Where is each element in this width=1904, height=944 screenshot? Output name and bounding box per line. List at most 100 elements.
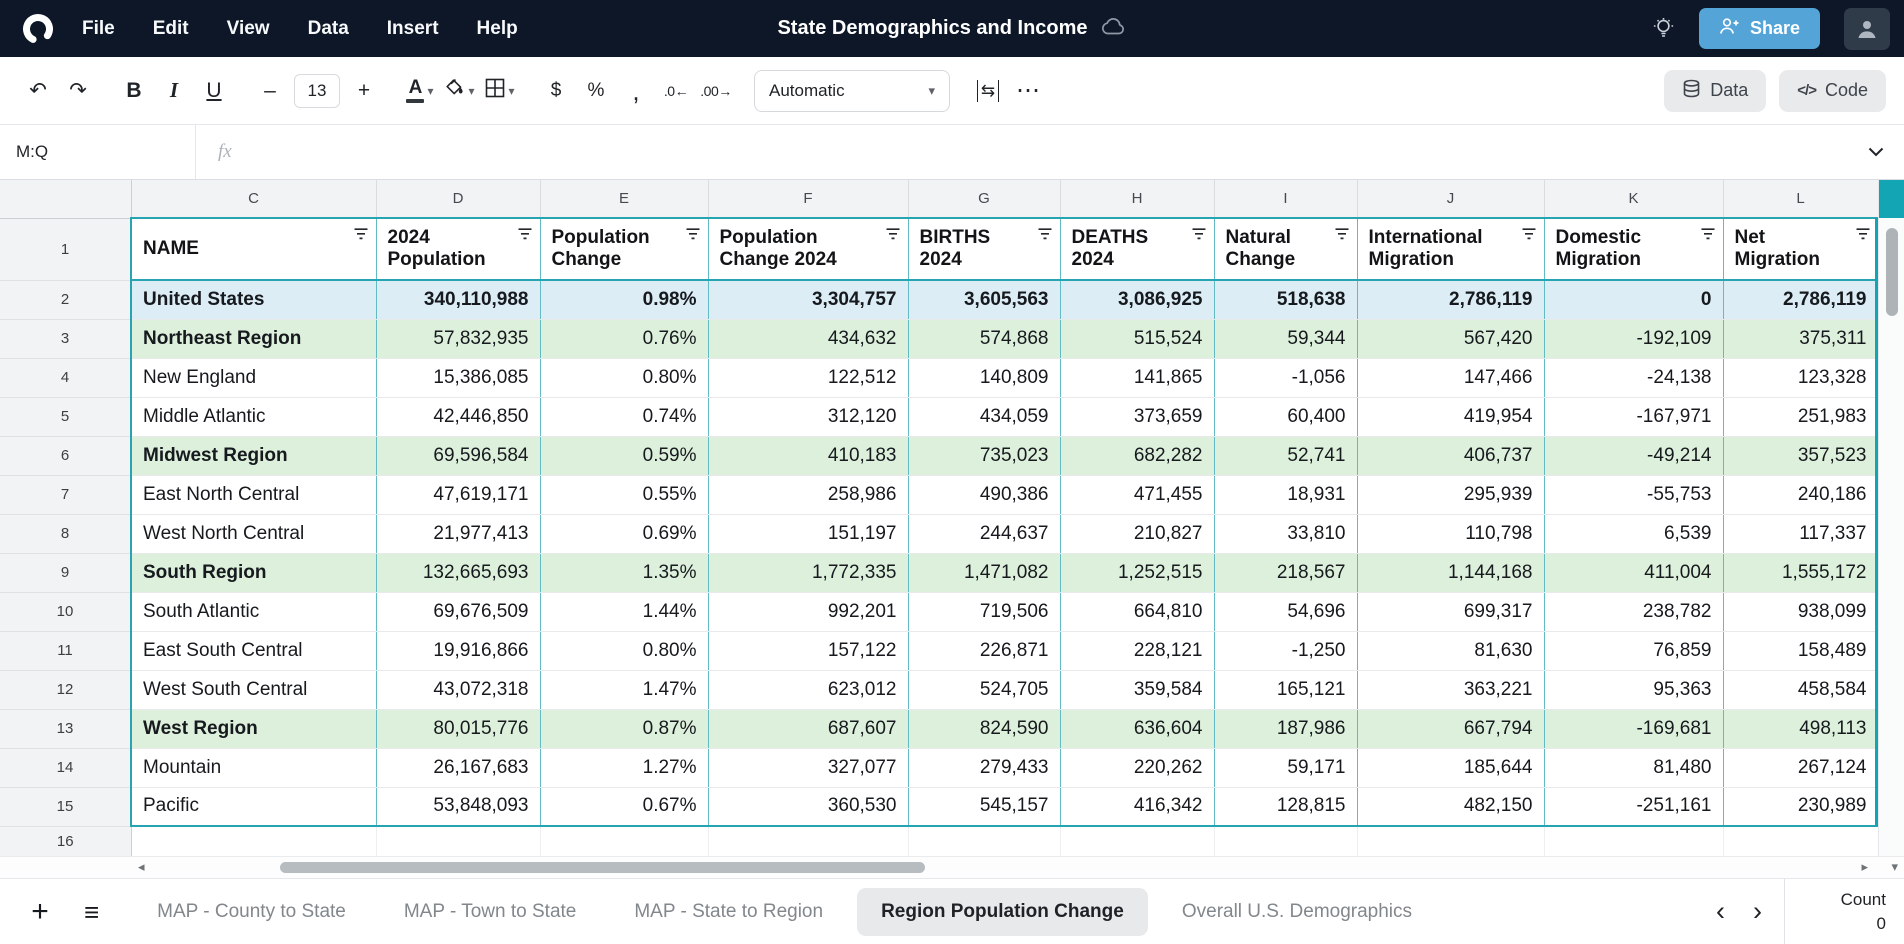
cell-value[interactable]: 95,363 [1544,670,1723,709]
increase-font-size-button[interactable]: + [344,71,384,111]
filter-icon[interactable] [518,228,532,240]
cell-name[interactable]: East North Central [131,475,376,514]
cell-value[interactable]: 57,832,935 [376,319,540,358]
cell-value[interactable]: 518,638 [1214,280,1357,319]
document-title[interactable]: State Demographics and Income [777,17,1087,40]
cell-value[interactable]: 312,120 [708,397,908,436]
cell-value[interactable]: 18,931 [1214,475,1357,514]
cell-value[interactable]: -192,109 [1544,319,1723,358]
cell-value[interactable]: 490,386 [908,475,1060,514]
filter-icon[interactable] [1192,228,1206,240]
header-cell[interactable]: Domestic Migration [1544,218,1723,280]
column-header-D[interactable]: D [376,180,540,218]
italic-button[interactable]: I [154,71,194,111]
cell-value[interactable]: 26,167,683 [376,748,540,787]
cell-value[interactable]: 938,099 [1723,592,1878,631]
cell-name[interactable]: South Region [131,553,376,592]
scroll-left-icon[interactable]: ◂ [138,859,145,875]
cell-value[interactable]: 458,584 [1723,670,1878,709]
cell-value[interactable]: 123,328 [1723,358,1878,397]
cell-value[interactable]: 226,871 [908,631,1060,670]
cell-value[interactable]: 33,810 [1214,514,1357,553]
cell-value[interactable]: 230,989 [1723,787,1878,826]
empty-cell[interactable] [1214,826,1357,856]
empty-cell[interactable] [908,826,1060,856]
cell-value[interactable]: 218,567 [1214,553,1357,592]
cell-value[interactable]: -169,681 [1544,709,1723,748]
cell-value[interactable]: 141,865 [1060,358,1214,397]
tabs-scroll-right-button[interactable]: › [1753,896,1762,927]
cell-value[interactable]: 258,986 [708,475,908,514]
cell-value[interactable]: 0.74% [540,397,708,436]
cell-value[interactable]: 406,737 [1357,436,1544,475]
header-cell[interactable]: Net Migration [1723,218,1878,280]
menu-help[interactable]: Help [477,18,518,40]
filter-icon[interactable] [354,228,368,240]
horizontal-scrollbar-thumb[interactable] [280,862,925,873]
cell-value[interactable]: 687,607 [708,709,908,748]
cell-value[interactable]: -49,214 [1544,436,1723,475]
filter-icon[interactable] [1335,228,1349,240]
horizontal-scrollbar[interactable]: ◂ ▸ ▾ [0,856,1904,878]
row-header-8[interactable]: 8 [0,514,131,553]
cell-value[interactable]: -167,971 [1544,397,1723,436]
filter-icon[interactable] [886,228,900,240]
cell-value[interactable]: 416,342 [1060,787,1214,826]
formula-bar-expand-icon[interactable] [1868,147,1884,157]
menu-view[interactable]: View [227,18,270,40]
select-all-corner[interactable] [0,180,131,218]
cell-value[interactable]: 267,124 [1723,748,1878,787]
vertical-scrollbar-thumb[interactable] [1886,228,1898,316]
column-header-C[interactable]: C [131,180,376,218]
sheet-tab[interactable]: Region Population Change [857,888,1148,936]
cell-value[interactable]: 81,480 [1544,748,1723,787]
cell-value[interactable]: 667,794 [1357,709,1544,748]
sheet-tab[interactable]: MAP - State to Region [610,888,847,936]
cell-value[interactable]: 76,859 [1544,631,1723,670]
share-button[interactable]: Share [1699,8,1820,49]
row-header-6[interactable]: 6 [0,436,131,475]
column-header-E[interactable]: E [540,180,708,218]
filter-icon[interactable] [1038,228,1052,240]
cell-value[interactable]: 375,311 [1723,319,1878,358]
cell-value[interactable]: 279,433 [908,748,1060,787]
empty-cell[interactable] [376,826,540,856]
sheet-tab[interactable]: MAP - Town to State [380,888,601,936]
header-cell[interactable]: Population Change 2024 [708,218,908,280]
column-header-K[interactable]: K [1544,180,1723,218]
column-header-I[interactable]: I [1214,180,1357,218]
cell-value[interactable]: 419,954 [1357,397,1544,436]
cell-value[interactable]: 3,304,757 [708,280,908,319]
menu-data[interactable]: Data [308,18,349,40]
header-cell[interactable]: International Migration [1357,218,1544,280]
decrease-decimals-button[interactable]: .0← [656,71,696,111]
tips-lightbulb-icon[interactable] [1652,17,1675,40]
empty-cell[interactable] [1723,826,1878,856]
cell-value[interactable]: 295,939 [1357,475,1544,514]
more-options-button[interactable]: ⋯ [1008,71,1048,111]
cell-reference-box[interactable]: M:Q [0,125,196,179]
cell-value[interactable]: 69,596,584 [376,436,540,475]
cell-value[interactable]: 1.27% [540,748,708,787]
cell-value[interactable]: 636,604 [1060,709,1214,748]
number-format-select[interactable]: Automatic ▾ [754,70,950,112]
cell-value[interactable]: 0.87% [540,709,708,748]
fill-color-button[interactable]: ▾ [440,71,480,111]
cell-value[interactable]: 1.47% [540,670,708,709]
app-logo-icon[interactable] [20,11,56,47]
row-header-13[interactable]: 13 [0,709,131,748]
cell-value[interactable]: 357,523 [1723,436,1878,475]
cell-value[interactable]: 187,986 [1214,709,1357,748]
cell-value[interactable]: 60,400 [1214,397,1357,436]
cell-value[interactable]: 1.35% [540,553,708,592]
cell-value[interactable]: 59,344 [1214,319,1357,358]
cell-value[interactable]: 0.80% [540,358,708,397]
vertical-scrollbar[interactable] [1878,180,1904,856]
cell-name[interactable]: West Region [131,709,376,748]
cell-value[interactable]: 0.98% [540,280,708,319]
account-avatar[interactable] [1844,8,1890,50]
column-header-J[interactable]: J [1357,180,1544,218]
cell-value[interactable]: 0.59% [540,436,708,475]
row-header-4[interactable]: 4 [0,358,131,397]
font-size-input[interactable]: 13 [294,74,340,108]
